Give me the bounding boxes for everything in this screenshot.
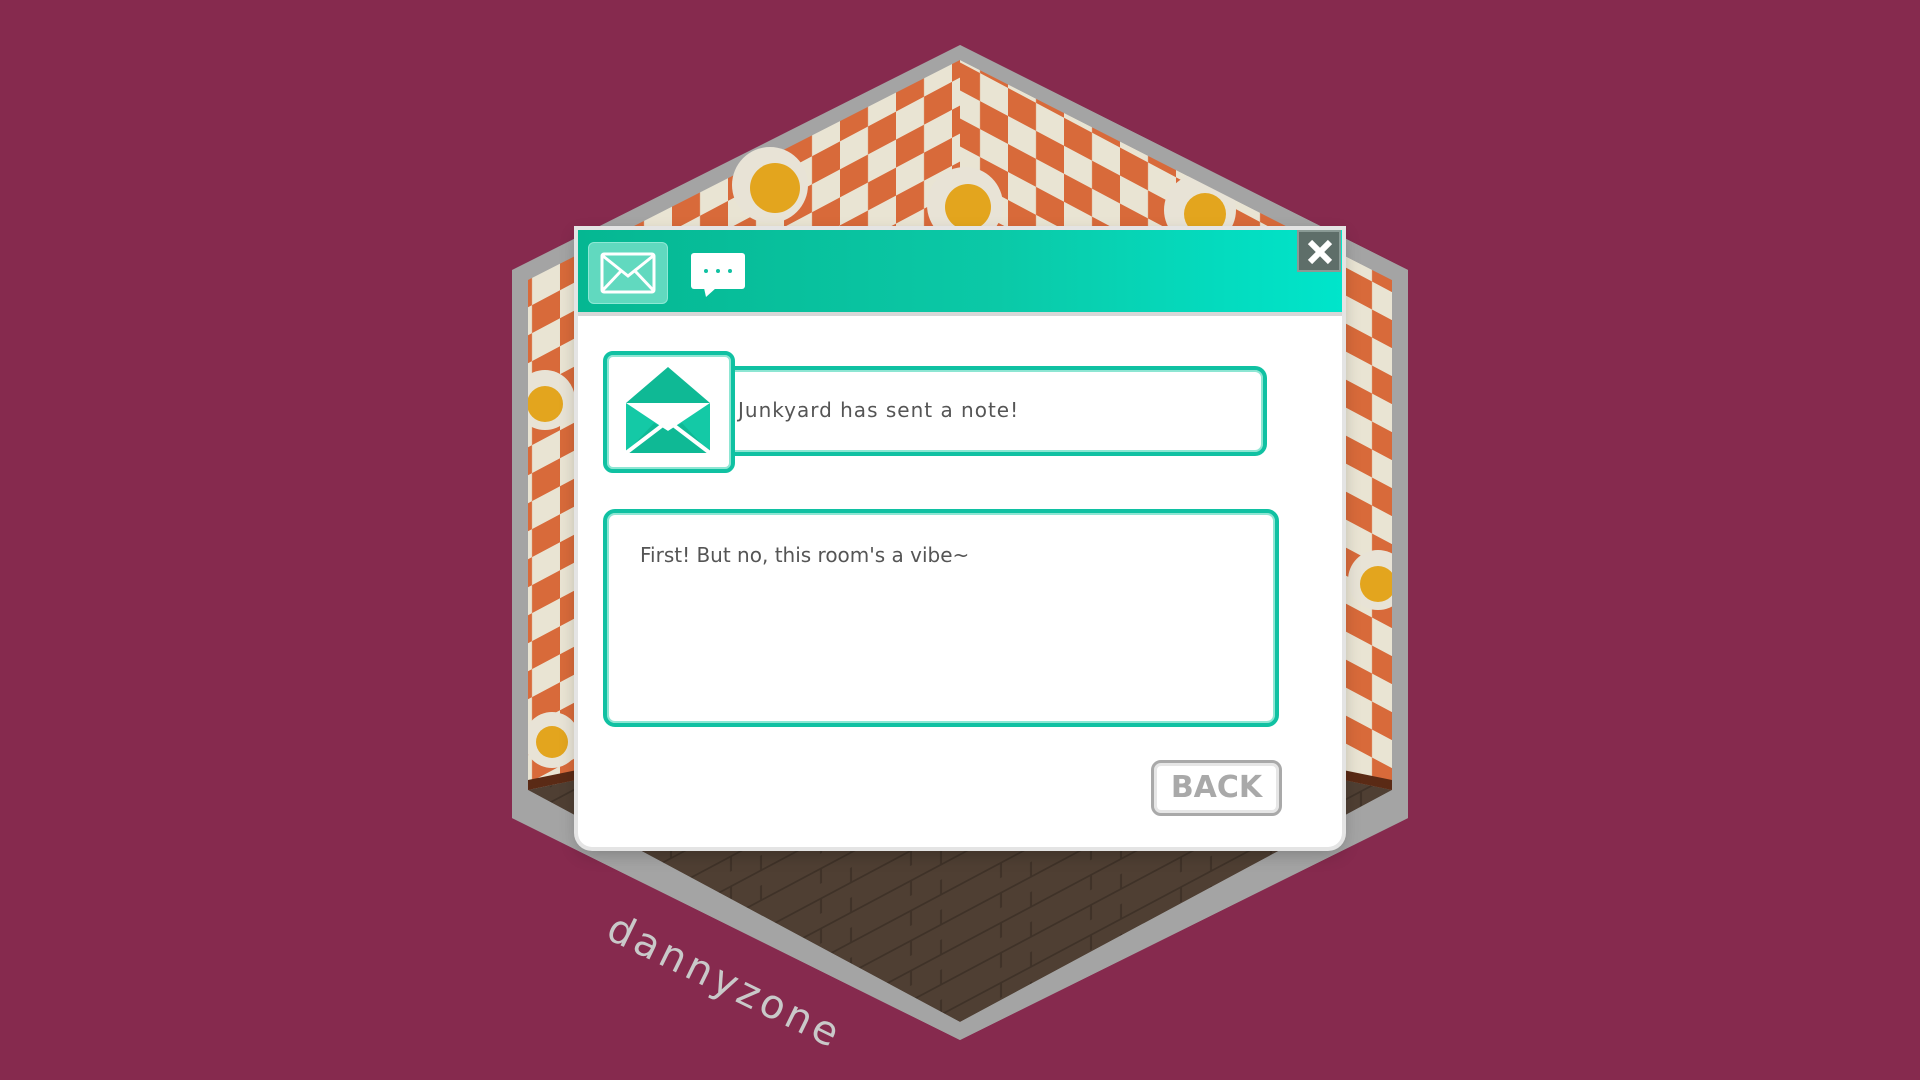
mail-dialog: Junkyard has sent a note! First! But no,… (578, 230, 1342, 847)
sender-icon-box (603, 351, 735, 473)
sender-text: Junkyard has sent a note! (738, 398, 1020, 422)
tab-mail[interactable] (588, 242, 668, 304)
close-button[interactable] (1297, 230, 1341, 272)
envelope-icon (600, 252, 656, 294)
close-icon (1307, 239, 1333, 265)
message-box: First! But no, this room's a vibe~ (603, 509, 1279, 727)
dialog-titlebar (578, 230, 1342, 316)
message-text: First! But no, this room's a vibe~ (640, 543, 970, 567)
sender-bar: Junkyard has sent a note! (718, 366, 1267, 456)
back-button[interactable]: BACK (1151, 760, 1282, 816)
speech-bubble-icon (691, 253, 745, 297)
tab-chat[interactable] (690, 252, 746, 298)
open-envelope-icon (624, 367, 712, 455)
